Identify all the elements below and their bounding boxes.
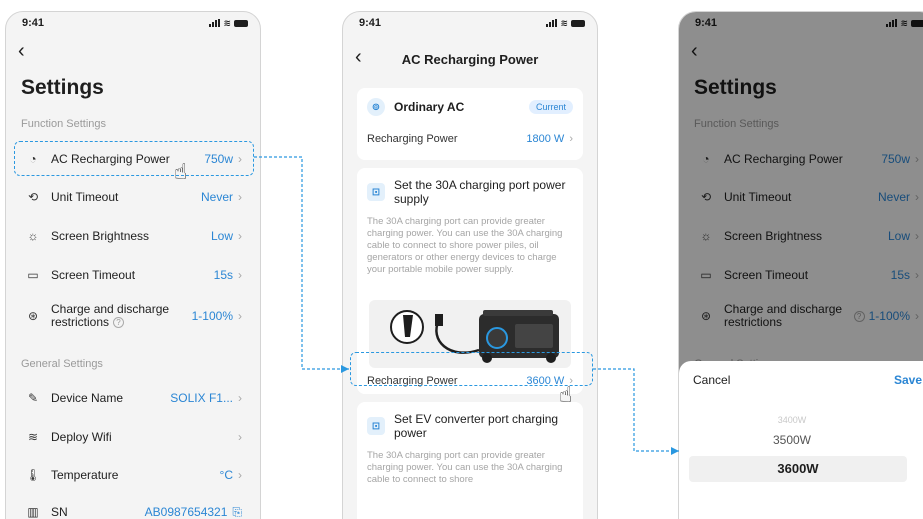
row-sn[interactable]: ▥ SN AB0987654321 ⎘	[15, 493, 251, 519]
chevron-right-icon: ›	[569, 133, 573, 145]
status-bar: 9:41 ≋	[6, 12, 260, 34]
status-time: 9:41	[22, 17, 45, 29]
port-30a-icon: ⊡	[367, 183, 385, 201]
chevron-right-icon: ›	[238, 430, 242, 444]
charge-icon: ⊛	[27, 309, 39, 323]
copy-icon[interactable]: ⎘	[232, 505, 242, 519]
timer-icon: ⟲	[27, 190, 39, 204]
pen-icon: ✎	[27, 391, 39, 405]
picker-option[interactable]: 3400W	[679, 415, 905, 425]
row-temperature[interactable]: 🌡 Temperature °C ›	[15, 456, 251, 494]
row-device-name[interactable]: ✎ Device Name SOLIX F1... ›	[15, 379, 251, 417]
screen-icon: ▭	[27, 268, 39, 282]
save-button[interactable]: Save	[894, 373, 922, 387]
row-charge-restrictions[interactable]: ⊛ Charge and discharge restrictions? 1-1…	[15, 294, 251, 338]
cancel-button[interactable]: Cancel	[693, 373, 730, 387]
wifi-icon: ≋	[560, 17, 568, 28]
thermometer-icon: 🌡	[25, 468, 41, 482]
card-ordinary-ac[interactable]: ⊚ Ordinary AC Current Recharging Power 1…	[357, 88, 583, 160]
row-deploy-wifi[interactable]: ≋ Deploy Wifi ›	[15, 418, 251, 456]
chevron-right-icon: ›	[238, 229, 242, 243]
highlight-ac-recharging-power	[14, 141, 254, 176]
back-icon[interactable]: ‹	[18, 41, 30, 61]
row-screen-brightness[interactable]: ☼ Screen Brightness Low ›	[15, 217, 251, 255]
battery-icon	[234, 19, 248, 27]
phone-settings-picker: 9:41 ≋ ‹ Settings Function Settings ◔ AC…	[678, 11, 923, 519]
plug-icon: ⊚	[367, 98, 385, 116]
ev-description: The 30A charging port can provide greate…	[367, 450, 563, 485]
port30-description: The 30A charging port can provide greate…	[367, 216, 563, 275]
ev-port-icon: ⊡	[367, 417, 385, 435]
wifi-icon: ≋	[27, 430, 39, 444]
highlight-30a-recharging-power	[350, 352, 593, 386]
section-function-settings: Function Settings	[21, 118, 106, 130]
signal-icon	[546, 19, 558, 27]
signal-icon	[209, 19, 221, 27]
current-badge: Current	[528, 100, 573, 114]
row-unit-timeout[interactable]: ⟲ Unit Timeout Never ›	[15, 178, 251, 216]
brightness-icon: ☼	[27, 229, 39, 243]
row-ordinary-recharging-power[interactable]: Recharging Power 1800 W ›	[357, 126, 583, 152]
wifi-icon: ≋	[223, 17, 231, 28]
help-icon[interactable]: ?	[113, 317, 125, 329]
chevron-right-icon: ›	[238, 268, 242, 282]
card-ev-converter[interactable]: ⊡ Set EV converter port charging power T…	[357, 402, 583, 519]
chevron-right-icon: ›	[238, 309, 242, 323]
phone-ac-recharging-power: 9:41 ≋ ‹ AC Recharging Power ⊚ Ordinary …	[342, 11, 598, 519]
power-picker-sheet: Cancel Save 3400W 3500W 3600W	[679, 361, 923, 519]
chevron-right-icon: ›	[238, 190, 242, 204]
chevron-right-icon: ›	[238, 468, 242, 482]
row-screen-timeout[interactable]: ▭ Screen Timeout 15s ›	[15, 256, 251, 294]
page-title: AC Recharging Power	[401, 52, 539, 67]
picker-option[interactable]: 3500W	[679, 433, 905, 447]
picker-option-selected[interactable]: 3600W	[689, 456, 907, 482]
status-bar: 9:41 ≋	[343, 12, 597, 34]
barcode-icon: ▥	[27, 505, 39, 519]
battery-icon	[571, 19, 585, 27]
page-title: Settings	[21, 76, 104, 99]
tap-hand-icon: ☝	[174, 159, 188, 184]
chevron-right-icon: ›	[238, 391, 242, 405]
tap-hand-icon: ☝	[559, 382, 573, 407]
phone-settings: 9:41 ≋ ‹ Settings Function Settings ◔ AC…	[5, 11, 261, 519]
status-time: 9:41	[359, 17, 382, 29]
section-general-settings: General Settings	[21, 358, 103, 370]
